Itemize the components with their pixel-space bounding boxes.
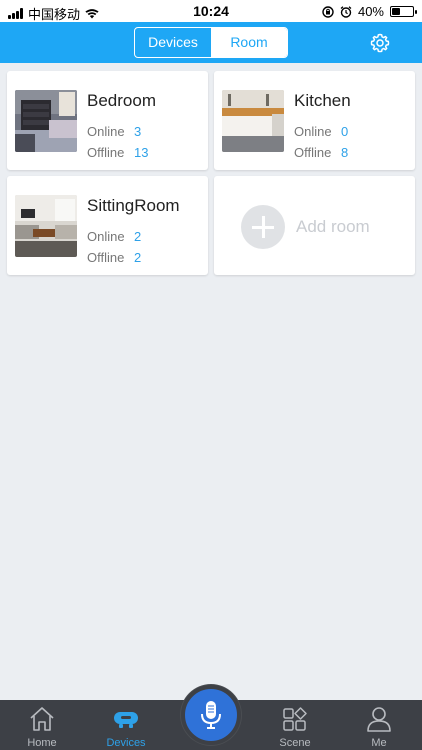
offline-label: Offline	[87, 145, 125, 160]
voice-button[interactable]	[181, 685, 241, 745]
status-right: 40%	[322, 4, 417, 19]
tab-room[interactable]: Room	[211, 28, 287, 57]
online-stat: Online 2	[87, 229, 141, 244]
devices-icon	[114, 712, 138, 728]
battery-percent: 40%	[357, 4, 384, 19]
home-icon	[30, 707, 54, 731]
tab-label: Me	[371, 737, 387, 749]
online-stat: Online 3	[87, 124, 141, 139]
kitchen-photo	[222, 90, 284, 152]
tab-devices[interactable]: Devices	[135, 28, 211, 57]
online-stat: Online 0	[294, 124, 348, 139]
profile-icon	[367, 707, 391, 732]
settings-gear-icon[interactable]	[370, 33, 390, 53]
status-bar: 中国移动 10:24 40%	[0, 0, 422, 22]
microphone-icon	[201, 701, 221, 729]
room-name: Kitchen	[294, 91, 351, 110]
tab-label: Devices	[106, 737, 146, 749]
tab-label: Scene	[279, 737, 311, 749]
add-icon	[241, 205, 285, 249]
bedroom-photo	[15, 90, 77, 152]
alarm-icon	[340, 5, 352, 18]
room-card-sittingroom[interactable]: SittingRoom Online 2 Offline 2	[7, 176, 208, 275]
offline-count: 8	[341, 145, 349, 160]
battery-icon	[390, 6, 417, 17]
offline-count: 2	[134, 250, 142, 265]
online-label: Online	[87, 124, 125, 139]
tab-scene[interactable]: Scene	[253, 700, 337, 750]
app-header: 中国移动 10:24 40% Devices Room	[0, 0, 422, 63]
add-room-label: Add room	[296, 217, 370, 236]
tab-label: Home	[27, 737, 57, 749]
rotation-lock-icon	[322, 5, 334, 18]
add-room-card[interactable]: Add room	[214, 176, 415, 275]
scene-icon	[283, 707, 307, 731]
room-card-kitchen[interactable]: Kitchen Online 0 Offline 8	[214, 71, 415, 170]
offline-label: Offline	[87, 250, 125, 265]
view-switcher: Devices Room	[134, 27, 288, 58]
online-label: Online	[87, 229, 125, 244]
online-count: 3	[134, 124, 142, 139]
sittingroom-photo	[15, 195, 77, 257]
offline-stat: Offline 8	[294, 145, 348, 160]
tab-home[interactable]: Home	[0, 700, 84, 750]
online-label: Online	[294, 124, 332, 139]
room-card-bedroom[interactable]: Bedroom Online 3 Offline 13	[7, 71, 208, 170]
online-count: 2	[134, 229, 142, 244]
tab-me[interactable]: Me	[337, 700, 421, 750]
offline-label: Offline	[294, 145, 332, 160]
offline-stat: Offline 13	[87, 145, 148, 160]
tab-devices-bottom[interactable]: Devices	[84, 700, 168, 750]
offline-stat: Offline 2	[87, 250, 141, 265]
room-name: Bedroom	[87, 91, 156, 110]
room-name: SittingRoom	[87, 196, 180, 215]
online-count: 0	[341, 124, 349, 139]
offline-count: 13	[134, 145, 149, 160]
